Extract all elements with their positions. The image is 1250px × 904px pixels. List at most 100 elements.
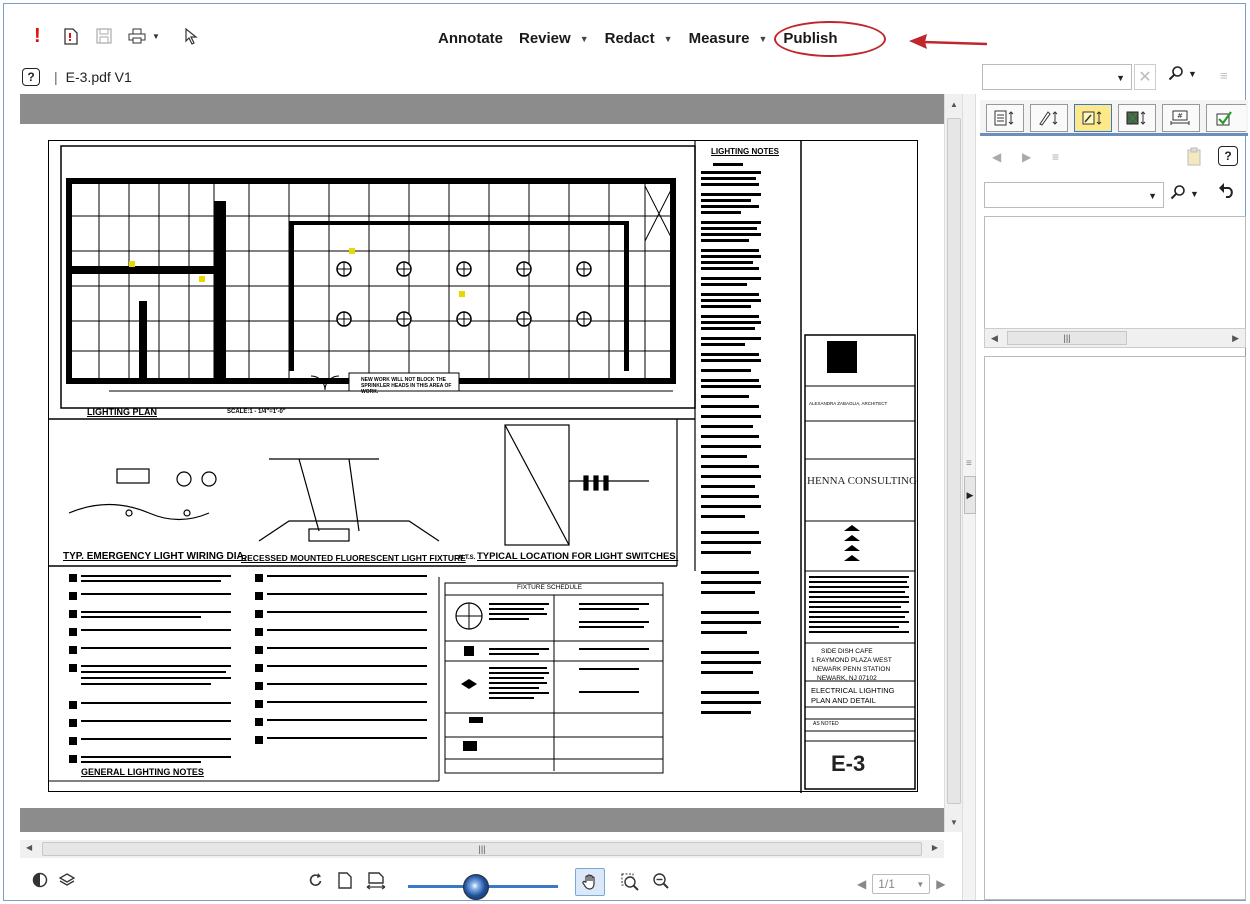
- chevron-down-icon[interactable]: ▼: [1190, 189, 1199, 199]
- rotate-icon[interactable]: [308, 872, 324, 893]
- search-combo[interactable]: ▼: [982, 64, 1132, 90]
- menu-review[interactable]: Review ▼: [511, 30, 597, 47]
- detail-title-fixture: RECESSED MOUNTED FLUORESCENT LIGHT FIXTU…: [241, 553, 466, 563]
- document-viewport[interactable]: LIGHTING NOTES LIGHTING PLAN SCALE:1 - 1…: [20, 94, 963, 834]
- panel-splitter[interactable]: ≡ ▶: [962, 94, 976, 900]
- print-icon[interactable]: [128, 26, 146, 46]
- document-header: ? | E-3.pdf V1: [22, 66, 132, 88]
- results-list-icon[interactable]: ≡: [1220, 68, 1228, 83]
- chevron-down-icon: ▼: [1116, 73, 1125, 83]
- document-title: E-3.pdf V1: [65, 69, 132, 85]
- layers-icon[interactable]: [58, 872, 76, 893]
- clear-search-button[interactable]: ✕: [1134, 64, 1156, 90]
- panel-tabs: #: [980, 100, 1248, 136]
- print-dropdown-icon[interactable]: ▼: [152, 26, 160, 46]
- expand-panel-toggle[interactable]: ▶: [964, 476, 976, 514]
- prev-annotation-icon[interactable]: ◀: [992, 150, 1001, 164]
- sheet-title-2: PLAN AND DETAIL: [811, 696, 876, 705]
- prev-page-icon[interactable]: ◀: [857, 877, 866, 891]
- page-selector[interactable]: 1/1 ▼: [872, 874, 931, 894]
- svg-text:#: #: [1177, 112, 1183, 120]
- detail-title-emergency: TYP. EMERGENCY LIGHT WIRING DIA.: [63, 551, 247, 562]
- drawing-linework: [49, 141, 916, 793]
- detail-scale: N.T.S.: [459, 555, 476, 561]
- plan-note: NEW WORK WILL NOT BLOCK THE SPRINKLER HE…: [361, 377, 452, 395]
- annotation-nav-row: ◀ ▶ ≡ ?: [988, 144, 1246, 170]
- scroll-right-icon[interactable]: ▶: [1232, 333, 1239, 344]
- annotation-list-scrollbar[interactable]: ◀ ||| ▶: [984, 328, 1246, 348]
- chevron-down-icon[interactable]: ▼: [1188, 69, 1197, 79]
- scroll-up-icon[interactable]: ▲: [945, 100, 963, 109]
- next-page-icon[interactable]: ▶: [936, 877, 945, 891]
- clipboard-icon[interactable]: [1186, 146, 1202, 169]
- measure-tab[interactable]: #: [1162, 104, 1200, 132]
- zoom-area-icon[interactable]: [620, 872, 640, 897]
- lighting-notes-title: LIGHTING NOTES: [711, 147, 779, 156]
- scroll-down-icon[interactable]: ▼: [945, 818, 963, 827]
- scroll-right-icon[interactable]: ▶: [932, 843, 938, 852]
- architect-name: ALEXANDRA ZABAGLIA, ARCHITECT: [809, 401, 888, 406]
- page-indicator: 1/1: [878, 877, 895, 891]
- search-icon[interactable]: [1170, 184, 1186, 205]
- page-navigator: ◀ 1/1 ▼ ▶: [857, 874, 945, 894]
- checkmark-tab[interactable]: [1206, 104, 1246, 132]
- project-name: SIDE DISH CAFE: [821, 648, 873, 655]
- sheet-scale: AS NOTED: [813, 721, 839, 727]
- drawing-sheet: LIGHTING NOTES LIGHTING PLAN SCALE:1 - 1…: [48, 140, 918, 793]
- page-margin-top: [20, 94, 944, 124]
- list-icon[interactable]: ≡: [1052, 150, 1059, 164]
- annotation-tab[interactable]: [1074, 104, 1112, 132]
- scroll-left-icon[interactable]: ◀: [26, 843, 32, 852]
- chevron-down-icon: ▼: [663, 33, 673, 44]
- menu-redact[interactable]: Redact ▼: [597, 30, 681, 47]
- general-notes-title: GENERAL LIGHTING NOTES: [81, 767, 204, 777]
- alert-icon[interactable]: !: [34, 25, 41, 47]
- menu-annotate[interactable]: Annotate: [430, 30, 511, 47]
- new-doc-icon[interactable]: [64, 26, 78, 46]
- list-scroll-thumb[interactable]: |||: [1007, 331, 1127, 345]
- plan-scale: SCALE:1 - 1/4"=1'-0": [227, 409, 286, 415]
- pan-hand-button[interactable]: [575, 868, 605, 896]
- annotation-details[interactable]: [984, 356, 1246, 900]
- chevron-down-icon: ▼: [579, 33, 589, 44]
- fit-page-icon[interactable]: [338, 872, 352, 894]
- select-arrow-icon[interactable]: [184, 26, 198, 46]
- project-address-2: NEWARK PENN STATION: [813, 666, 891, 673]
- vertical-scroll-thumb[interactable]: [947, 118, 961, 804]
- chevron-down-icon: ▼: [916, 879, 925, 889]
- bottom-toolbar: ◀ 1/1 ▼ ▶: [4, 862, 979, 900]
- horizontal-scrollbar[interactable]: ◀ ||| ▶: [20, 840, 944, 858]
- project-address-3: NEWARK, NJ 07102: [817, 675, 877, 682]
- horizontal-scroll-thumb[interactable]: |||: [42, 842, 922, 856]
- detail-title-switches: TYPICAL LOCATION FOR LIGHT SWITCHES.: [477, 551, 679, 562]
- zoom-slider-knob[interactable]: [462, 874, 489, 900]
- help-icon[interactable]: ?: [1218, 146, 1238, 166]
- zoom-out-icon[interactable]: [652, 872, 670, 895]
- project-address-1: 1 RAYMOND PLAZA WEST: [811, 657, 892, 664]
- chevron-down-icon: ▼: [758, 33, 768, 44]
- next-annotation-icon[interactable]: ▶: [1022, 150, 1031, 164]
- contrast-icon[interactable]: [32, 872, 48, 893]
- annotation-filter-combo[interactable]: ▼: [984, 182, 1164, 208]
- grip-icon: ≡: [966, 458, 972, 469]
- sheet-title-1: ELECTRICAL LIGHTING: [811, 686, 895, 695]
- publish-highlight-ellipse: [774, 21, 886, 57]
- separator: |: [54, 69, 58, 85]
- markup-tab[interactable]: [1030, 104, 1068, 132]
- save-icon[interactable]: [96, 26, 112, 46]
- page-margin-bottom: [20, 808, 944, 832]
- chevron-down-icon: ▼: [1148, 191, 1157, 201]
- menu-measure[interactable]: Measure ▼: [681, 30, 776, 47]
- app-window: ! ▼ Annotate Review ▼ Redact ▼ Measure ▼ Pu…: [3, 3, 1248, 901]
- thumbnails-tab[interactable]: [986, 104, 1024, 132]
- undo-icon[interactable]: [1218, 182, 1236, 203]
- search-icon[interactable]: [1168, 65, 1184, 86]
- sheet-number: E-3: [831, 751, 866, 776]
- right-panel: ▼ ✕ ▼ ≡ # ◀ ▶ ≡ ? ▼ ▼ ◀ ||| ▶: [978, 56, 1248, 900]
- redact-tab[interactable]: [1118, 104, 1156, 132]
- vertical-scrollbar[interactable]: ▲ ▼: [944, 94, 962, 832]
- fit-width-icon[interactable]: [366, 872, 386, 895]
- scroll-left-icon[interactable]: ◀: [991, 333, 998, 344]
- help-icon[interactable]: ?: [22, 68, 40, 86]
- lighting-plan-title: LIGHTING PLAN: [87, 407, 157, 417]
